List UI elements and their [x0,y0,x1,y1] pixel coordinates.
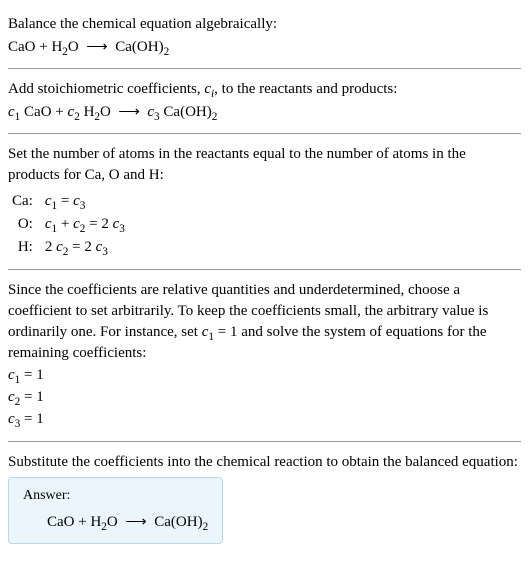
step-text: Balance the chemical equation algebraica… [8,14,521,35]
atom-balance-table: Ca:c1 = c3O:c1 + c2 = 2 c3H:2 c2 = 2 c3 [8,190,129,259]
atom-label: Ca: [8,190,41,213]
step-text: Substitute the coefficients into the che… [8,452,521,473]
step-solve: Since the coefficients are relative quan… [8,274,521,437]
divider [8,269,521,270]
answer-box: Answer: CaO + H2O ⟶ Ca(OH)2 [8,477,223,544]
answer-label: Answer: [23,486,208,506]
coefficient-value: c3 = 1 [8,409,521,430]
step-balance: Balance the chemical equation algebraica… [8,8,521,64]
atom-equation: 2 c2 = 2 c3 [41,236,129,259]
divider [8,441,521,442]
step-atom-equations: Set the number of atoms in the reactants… [8,138,521,265]
divider [8,133,521,134]
balanced-equation: CaO + H2O ⟶ Ca(OH)2 [23,512,208,533]
step-text: Add stoichiometric coefficients, ci, to … [8,79,521,100]
step-add-coeffs: Add stoichiometric coefficients, ci, to … [8,73,521,129]
coefficient-value: c2 = 1 [8,387,521,408]
step-text: Set the number of atoms in the reactants… [8,144,521,186]
coefficient-list: c1 = 1c2 = 1c3 = 1 [8,365,521,430]
atom-table-body: Ca:c1 = c3O:c1 + c2 = 2 c3H:2 c2 = 2 c3 [8,190,129,259]
equation-with-coeffs: c1 CaO + c2 H2O ⟶ c3 Ca(OH)2 [8,102,521,123]
atom-row: O:c1 + c2 = 2 c3 [8,213,129,236]
step-substitute: Substitute the coefficients into the che… [8,446,521,550]
equation-unbalanced: CaO + H2O ⟶ Ca(OH)2 [8,37,521,58]
atom-row: Ca:c1 = c3 [8,190,129,213]
atom-equation: c1 = c3 [41,190,129,213]
step-text: Since the coefficients are relative quan… [8,280,521,364]
divider [8,68,521,69]
atom-equation: c1 + c2 = 2 c3 [41,213,129,236]
coefficient-value: c1 = 1 [8,365,521,386]
atom-row: H:2 c2 = 2 c3 [8,236,129,259]
atom-label: O: [8,213,41,236]
atom-label: H: [8,236,41,259]
